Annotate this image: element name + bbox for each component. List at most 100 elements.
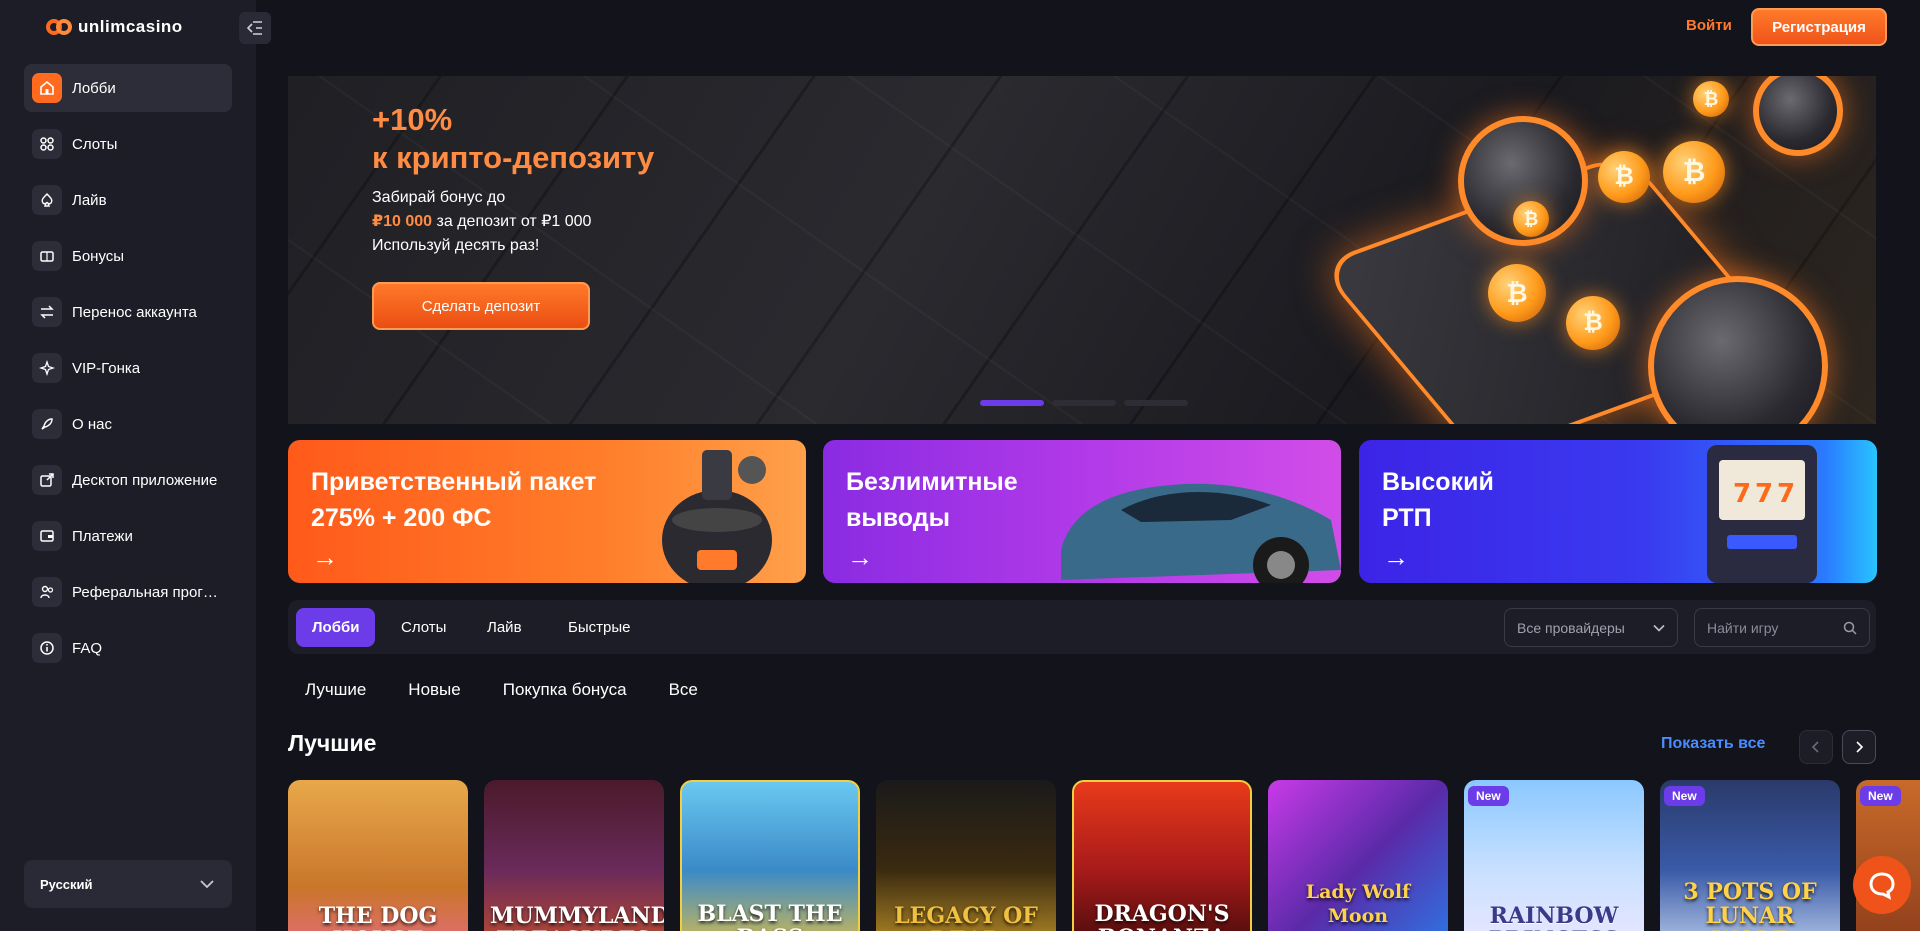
game-title: RAINBOW PRINCESS [1489,903,1620,931]
promo-title-line: 275% + 200 ФС [311,504,492,532]
game-card[interactable]: MUMMYLAND TREASURES [484,780,664,931]
make-deposit-button[interactable]: Сделать депозит [372,282,590,330]
promo-card-high-rtp[interactable]: 7 7 7 Высокий РТП → [1359,440,1877,583]
game-card[interactable]: Lady Wolf Moon MEGAWAYS [1268,780,1448,931]
sidebar-item-vip-race[interactable]: VIP-Гонка [24,344,232,392]
chevron-down-icon [200,880,214,889]
external-link-icon [32,465,62,495]
search-icon[interactable] [1843,621,1857,635]
game-card[interactable]: New RAINBOW PRINCESS [1464,780,1644,931]
hero-banner[interactable]: ₿ ₿ ₿ ₿ ₿ ₿ +10% к крипто-депозиту Забир… [288,76,1876,424]
new-badge: New [1664,786,1705,806]
carousel-next-button[interactable] [1842,730,1876,764]
chat-support-button[interactable] [1853,856,1911,914]
section-title: Лучшие [288,730,377,756]
tab-slots[interactable]: Слоты [385,608,462,647]
sidebar-item-label: FAQ [72,639,103,657]
logo-mark-icon [46,16,72,38]
new-badge: New [1860,786,1901,806]
sparkle-icon [32,353,62,383]
sidebar-item-referral[interactable]: Реферальная программа [24,568,232,616]
game-card[interactable]: BLAST THE BASS [680,780,860,931]
tab-fast[interactable]: Быстрые [552,608,646,647]
show-all-link[interactable]: Показать все [1661,735,1765,753]
promo-title-line: Безлимитные [846,468,1018,496]
subtab-new[interactable]: Новые [408,680,460,700]
sidebar-item-lobby[interactable]: Лобби [24,64,232,112]
gas-tank-illustration [662,450,772,583]
game-card[interactable]: New 3 POTS OF LUNAR WOLF [1660,780,1840,931]
game-subtabs: Лучшие Новые Покупка бонуса Все [305,680,698,700]
game-card[interactable]: THE DOG HOUSE [288,780,468,931]
sidebar-item-payments[interactable]: Платежи [24,512,232,560]
bitcoin-coin-icon: ₿ [1513,201,1549,237]
sidebar-item-slots[interactable]: Слоты [24,120,232,168]
hero-text-line: ₽10 000 за депозит от ₽1 000 [372,210,591,234]
games-carousel: THE DOG HOUSE MUMMYLAND TREASURES BLAST … [288,780,1920,931]
hero-text-rest: за депозит от ₽1 000 [432,213,592,230]
svg-text:7: 7 [1733,479,1751,509]
chevron-down-icon [1653,624,1665,632]
sidebar-item-faq[interactable]: FAQ [24,624,232,672]
carousel-prev-button[interactable] [1799,730,1833,764]
hero-description: Забирай бонус до ₽10 000 за депозит от ₽… [372,186,591,258]
arrow-right-icon: → [1383,542,1409,572]
sidebar-item-about[interactable]: О нас [24,400,232,448]
collapse-sidebar-button[interactable] [239,12,271,44]
carousel-dot[interactable] [1124,400,1188,406]
game-title: Lady Wolf Moon MEGAWAYS [1295,881,1422,931]
arrow-right-icon: → [847,542,873,572]
chevron-left-icon [1811,741,1819,753]
sidebar-item-account-transfer[interactable]: Перенос аккаунта [24,288,232,336]
promo-title-line: РТП [1382,504,1432,532]
sidebar-item-label: VIP-Гонка [72,359,141,377]
slot-machine-illustration: 7 7 7 [1707,445,1817,583]
game-title: MUMMYLAND TREASURES [490,903,664,931]
carousel-dot[interactable] [980,400,1044,406]
brand-logo[interactable]: unlimcasino [46,16,183,38]
providers-dropdown[interactable]: Все провайдеры [1504,608,1678,647]
language-selector[interactable]: Русский [24,860,232,908]
promo-card-welcome[interactable]: Приветственный пакет 275% + 200 ФС → [288,440,806,583]
login-link[interactable]: Войти [1686,17,1732,34]
grid-icon [32,129,62,159]
game-title: THE DOG HOUSE [318,903,438,931]
game-search[interactable] [1694,608,1870,647]
subtab-best[interactable]: Лучшие [305,680,366,700]
register-button[interactable]: Регистрация [1751,8,1887,46]
bitcoin-coin-icon: ₿ [1566,296,1620,350]
hero-bonus-amount: ₽10 000 [372,213,433,230]
sidebar-item-bonuses[interactable]: Бонусы [24,232,232,280]
promo-card-unlimited-withdrawals[interactable]: Безлимитные выводы → [823,440,1341,583]
bitcoin-coin-icon: ₿ [1663,141,1725,203]
promo-title: Приветственный пакет 275% + 200 ФС [311,464,596,536]
sidebar-item-desktop-app[interactable]: Десктоп приложение [24,456,232,504]
home-icon [32,73,62,103]
sidebar: unlimcasino Лобби Слоты Лайв Бонусы Пере… [0,0,256,931]
ticket-icon [32,241,62,271]
collapse-menu-icon [247,21,262,35]
sidebar-item-label: Слоты [72,135,118,153]
game-card[interactable]: LEGACY OF DEAD [876,780,1056,931]
game-card[interactable]: DRAGON'S BONANZA [1072,780,1252,931]
bitcoin-coin-icon: ₿ [1598,151,1650,203]
sidebar-item-live[interactable]: Лайв [24,176,232,224]
subtab-bonus-buy[interactable]: Покупка бонуса [503,680,627,700]
search-input[interactable] [1707,619,1827,636]
tab-live[interactable]: Лайв [471,608,538,647]
arrow-right-icon: → [312,542,338,572]
sidebar-item-label: Лайв [72,191,107,209]
hero-text-line: Забирай бонус до [372,189,506,206]
brand-name: unlimcasino [78,17,183,36]
chevron-right-icon [1856,741,1864,753]
svg-text:7: 7 [1777,479,1795,509]
hero-text-line: Используй десять раз! [372,237,540,254]
hero-subtitle: к крипто-депозиту [372,140,655,175]
transfer-icon [32,297,62,327]
providers-label: Все провайдеры [1517,619,1625,636]
tab-lobby[interactable]: Лобби [296,608,376,647]
subtab-all[interactable]: Все [669,680,698,700]
promo-title: Безлимитные выводы [846,464,1018,536]
car-illustration [1061,483,1341,583]
carousel-dot[interactable] [1052,400,1116,406]
